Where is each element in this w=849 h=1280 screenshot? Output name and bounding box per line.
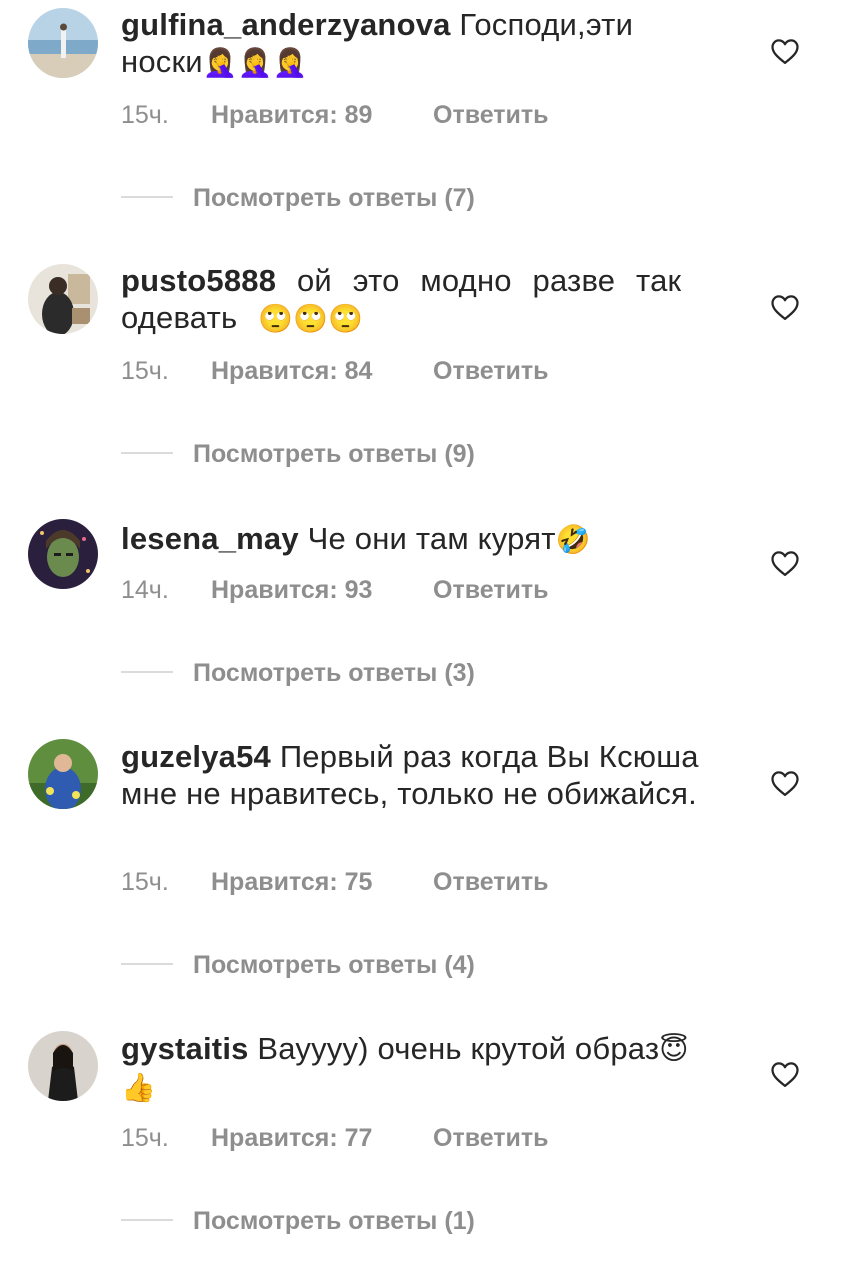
comment-likes[interactable]: Нравится: 77	[211, 1124, 433, 1153]
view-replies-label: Посмотреть ответы (7)	[193, 184, 475, 212]
view-replies-label: Посмотреть ответы (3)	[193, 659, 475, 687]
divider-line	[121, 1219, 173, 1222]
comment-text: gulfina_anderzyanova Господи,эти носки🤦‍…	[121, 6, 711, 81]
comment-meta: 14ч. Нравится: 93 Ответить	[121, 576, 549, 605]
divider-line	[121, 671, 173, 674]
like-heart-icon[interactable]	[770, 769, 800, 797]
divider-line	[121, 452, 173, 455]
comment-username[interactable]: lesena_may	[121, 521, 299, 556]
comment-emoji: 🙄🙄🙄	[258, 302, 364, 335]
comment-meta: 15ч. Нравится: 77 Ответить	[121, 1124, 549, 1153]
comment-likes[interactable]: Нравится: 93	[211, 576, 433, 605]
comment-body: Вауууу) очень крутой образ	[257, 1031, 660, 1066]
avatar[interactable]	[28, 264, 98, 334]
comment-text: pusto5888 ой это модно разве так одевать…	[121, 262, 711, 337]
comment-time: 15ч.	[121, 101, 169, 129]
comment-meta: 15ч. Нравится: 89 Ответить	[121, 101, 549, 130]
comment-text: lesena_may Че они там курят🤣	[121, 520, 711, 558]
reply-button[interactable]: Ответить	[433, 868, 549, 897]
comment-time: 14ч.	[121, 576, 169, 604]
reply-button[interactable]: Ответить	[433, 357, 549, 386]
avatar-image	[28, 8, 98, 78]
like-heart-icon[interactable]	[770, 37, 800, 65]
comment-username[interactable]: gystaitis	[121, 1031, 249, 1066]
comment-username[interactable]: pusto5888	[121, 263, 276, 298]
avatar[interactable]	[28, 739, 98, 809]
view-replies-button[interactable]: Посмотреть ответы (9)	[121, 440, 475, 469]
comment-text: gystaitis Вауууу) очень крутой образ😇👍	[121, 1030, 711, 1106]
avatar-image	[28, 264, 98, 334]
view-replies-label: Посмотреть ответы (4)	[193, 951, 475, 979]
avatar-image	[28, 739, 98, 809]
reply-button[interactable]: Ответить	[433, 101, 549, 130]
avatar-image	[28, 519, 98, 589]
comment-emoji: 🤣	[555, 523, 591, 556]
comment-likes[interactable]: Нравится: 84	[211, 357, 433, 386]
comment-time: 15ч.	[121, 868, 169, 896]
avatar[interactable]	[28, 519, 98, 589]
view-replies-button[interactable]: Посмотреть ответы (4)	[121, 951, 475, 980]
comment-emoji: 🤦‍♀️🤦‍♀️🤦‍♀️	[202, 46, 308, 79]
like-heart-icon[interactable]	[770, 1060, 800, 1088]
comment-body: Че они там курят	[307, 521, 556, 556]
avatar[interactable]	[28, 8, 98, 78]
like-heart-icon[interactable]	[770, 293, 800, 321]
avatar-image	[28, 1031, 98, 1101]
comment-time: 15ч.	[121, 357, 169, 385]
comment-likes[interactable]: Нравится: 89	[211, 101, 433, 130]
view-replies-label: Посмотреть ответы (9)	[193, 440, 475, 468]
view-replies-button[interactable]: Посмотреть ответы (7)	[121, 184, 475, 213]
comment-username[interactable]: guzelya54	[121, 739, 271, 774]
view-replies-button[interactable]: Посмотреть ответы (1)	[121, 1207, 475, 1236]
view-replies-button[interactable]: Посмотреть ответы (3)	[121, 659, 475, 688]
reply-button[interactable]: Ответить	[433, 576, 549, 605]
like-heart-icon[interactable]	[770, 549, 800, 577]
comment-text: guzelya54 Первый раз когда Вы Ксюша мне …	[121, 738, 711, 813]
view-replies-label: Посмотреть ответы (1)	[193, 1207, 475, 1235]
comment-meta: 15ч. Нравится: 84 Ответить	[121, 357, 549, 386]
divider-line	[121, 963, 173, 966]
reply-button[interactable]: Ответить	[433, 1124, 549, 1153]
comment-meta: 15ч. Нравится: 75 Ответить	[121, 868, 549, 897]
comment-time: 15ч.	[121, 1124, 169, 1152]
comment-username[interactable]: gulfina_anderzyanova	[121, 7, 451, 42]
divider-line	[121, 196, 173, 199]
comment-likes[interactable]: Нравится: 75	[211, 868, 433, 897]
avatar[interactable]	[28, 1031, 98, 1101]
